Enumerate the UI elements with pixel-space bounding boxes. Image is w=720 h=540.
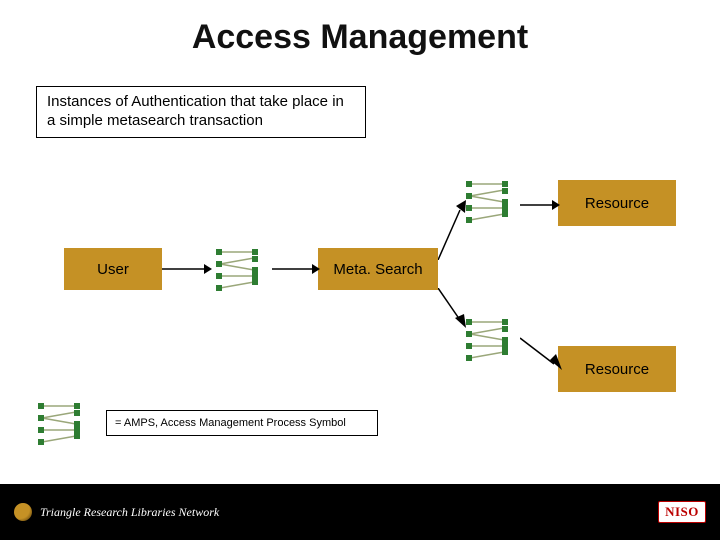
- amps-icon: [460, 178, 522, 224]
- footer-bar: Triangle Research Libraries Network NISO: [0, 484, 720, 540]
- amps-icon: [210, 246, 272, 292]
- arrow-amps-bottom-to-resource: [520, 334, 564, 372]
- node-metasearch: Meta. Search: [318, 248, 438, 290]
- legend-box: = AMPS, Access Management Process Symbol: [106, 410, 378, 436]
- legend-text: = AMPS, Access Management Process Symbol: [115, 417, 346, 429]
- arrow-meta-to-amps-top: [438, 200, 468, 260]
- node-resource-bottom: Resource: [558, 346, 676, 392]
- page-title: Access Management: [0, 18, 720, 57]
- node-user: User: [64, 248, 162, 290]
- node-user-label: User: [97, 261, 129, 278]
- amps-icon: [32, 400, 94, 446]
- arrow-meta-to-amps-bottom: [438, 288, 468, 328]
- trln-badge: Triangle Research Libraries Network: [14, 503, 219, 521]
- arrow-amps-top-to-resource: [520, 196, 560, 214]
- trln-logo-icon: [14, 503, 32, 521]
- trln-label: Triangle Research Libraries Network: [40, 505, 219, 520]
- niso-badge: NISO: [658, 501, 706, 523]
- node-resource-top-label: Resource: [585, 195, 649, 212]
- arrow-user-to-amps: [162, 260, 212, 278]
- niso-label: NISO: [665, 504, 699, 520]
- caption-box: Instances of Authentication that take pl…: [36, 86, 366, 138]
- node-metasearch-label: Meta. Search: [333, 261, 422, 278]
- amps-icon: [460, 316, 522, 362]
- caption-text: Instances of Authentication that take pl…: [47, 93, 355, 131]
- node-resource-top: Resource: [558, 180, 676, 226]
- node-resource-bottom-label: Resource: [585, 361, 649, 378]
- arrow-amps-to-meta: [272, 260, 320, 278]
